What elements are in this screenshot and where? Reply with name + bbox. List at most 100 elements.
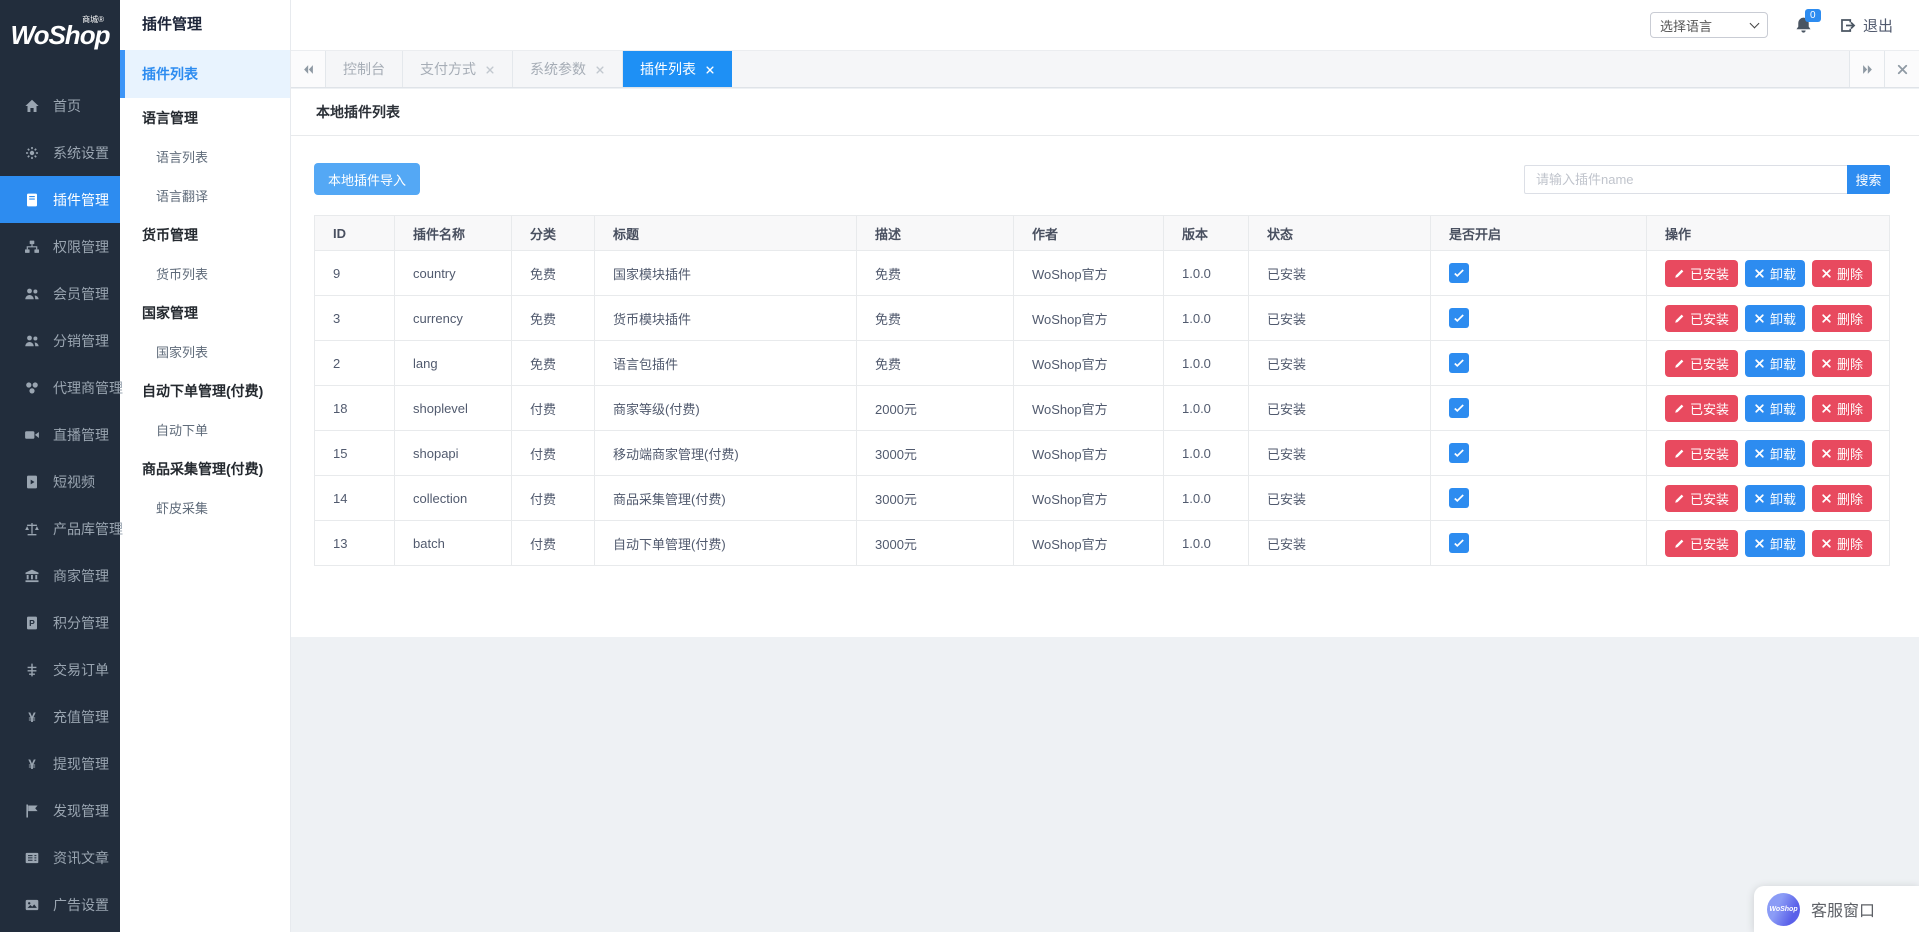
submenu-item[interactable]: 商品采集管理(付费) [120, 449, 290, 488]
submenu-item[interactable]: 语言翻译 [120, 176, 290, 215]
uninstall-button[interactable]: 卸载 [1745, 440, 1805, 467]
column-header: 分类 [512, 216, 595, 251]
submenu-item[interactable]: 虾皮采集 [120, 488, 290, 527]
submenu-item[interactable]: 自动下单 [120, 410, 290, 449]
cell-version: 1.0.0 [1164, 521, 1249, 566]
submenu-item[interactable]: 货币列表 [120, 254, 290, 293]
installed-button[interactable]: 已安装 [1665, 440, 1738, 467]
import-plugin-button[interactable]: 本地插件导入 [314, 163, 420, 195]
sidebar-item[interactable]: 权限管理 [0, 223, 120, 270]
submenu-item[interactable]: 国家管理 [120, 293, 290, 332]
cell-version: 1.0.0 [1164, 431, 1249, 476]
uninstall-button[interactable]: 卸载 [1745, 305, 1805, 332]
uninstall-button[interactable]: 卸载 [1745, 350, 1805, 377]
tabs-scroll-right-button[interactable] [1849, 51, 1884, 87]
sidebar-item[interactable]: ¥提现管理 [0, 740, 120, 787]
tab-close-icon[interactable] [595, 61, 605, 77]
sidebar-item[interactable]: 资讯文章 [0, 834, 120, 881]
enabled-toggle[interactable] [1449, 443, 1469, 463]
language-select-value: 选择语言 [1660, 16, 1712, 35]
search-group: 搜索 [1524, 165, 1890, 194]
submenu-item[interactable]: 自动下单管理(付费) [120, 371, 290, 410]
sidebar-item[interactable]: 短视频 [0, 458, 120, 505]
enabled-toggle[interactable] [1449, 488, 1469, 508]
sidebar-item[interactable]: 广告设置 [0, 881, 120, 928]
sidebar-item-label: 直播管理 [53, 425, 109, 445]
cell-description: 2000元 [857, 386, 1014, 431]
logout-button[interactable]: 退出 [1839, 15, 1893, 36]
sidebar-item[interactable]: 直播管理 [0, 411, 120, 458]
tab-label: 支付方式 [420, 59, 476, 79]
close-icon[interactable] [595, 65, 605, 75]
x-icon [1754, 313, 1765, 324]
enabled-toggle[interactable] [1449, 353, 1469, 373]
search-input[interactable] [1524, 165, 1847, 194]
enabled-toggle[interactable] [1449, 533, 1469, 553]
sidebar-item[interactable]: 商家管理 [0, 552, 120, 599]
card-title: 本地插件列表 [291, 89, 1919, 136]
sidebar-item[interactable]: 产品库管理 [0, 505, 120, 552]
delete-button[interactable]: 删除 [1812, 350, 1872, 377]
column-header: 作者 [1014, 216, 1164, 251]
delete-button[interactable]: 删除 [1812, 395, 1872, 422]
enabled-toggle[interactable] [1449, 308, 1469, 328]
delete-button[interactable]: 删除 [1812, 485, 1872, 512]
submenu-item[interactable]: 国家列表 [120, 332, 290, 371]
delete-button[interactable]: 删除 [1812, 530, 1872, 557]
tab-close-icon[interactable] [485, 61, 495, 77]
enabled-toggle[interactable] [1449, 398, 1469, 418]
sidebar-item[interactable]: ¥充值管理 [0, 693, 120, 740]
sidebar-item-label: 发现管理 [53, 801, 109, 821]
uninstall-button[interactable]: 卸载 [1745, 485, 1805, 512]
installed-button[interactable]: 已安装 [1665, 305, 1738, 332]
sidebar-item[interactable]: 交易订单 [0, 646, 120, 693]
submenu-item[interactable]: 货币管理 [120, 215, 290, 254]
tab-close-icon[interactable] [705, 61, 715, 77]
tab[interactable]: 系统参数 [513, 51, 623, 87]
cell-version: 1.0.0 [1164, 251, 1249, 296]
submenu-item[interactable]: 语言列表 [120, 137, 290, 176]
installed-button[interactable]: 已安装 [1665, 260, 1738, 287]
close-icon[interactable] [485, 65, 495, 75]
cell-enabled [1431, 476, 1647, 521]
uninstall-button[interactable]: 卸载 [1745, 395, 1805, 422]
sidebar-item[interactable]: 发现管理 [0, 787, 120, 834]
sidebar-item[interactable]: 会员管理 [0, 270, 120, 317]
delete-button[interactable]: 删除 [1812, 260, 1872, 287]
sidebar-item[interactable]: 分销管理 [0, 317, 120, 364]
tabs-scroll-left-button[interactable] [291, 51, 326, 87]
submenu-item[interactable]: 插件列表 [120, 50, 290, 98]
app-logo[interactable]: WoShop 商城® [0, 0, 120, 82]
submenu-item[interactable]: 语言管理 [120, 98, 290, 137]
installed-button[interactable]: 已安装 [1665, 350, 1738, 377]
customer-service-widget[interactable]: WoShop 客服窗口 [1754, 886, 1919, 932]
language-select[interactable]: 选择语言 [1650, 12, 1768, 38]
plugin-table-wrap: ID插件名称分类标题描述作者版本状态是否开启操作 9country免费国家模块插… [291, 195, 1919, 566]
uninstall-button[interactable]: 卸载 [1745, 530, 1805, 557]
tab[interactable]: 插件列表 [623, 51, 732, 87]
search-button[interactable]: 搜索 [1847, 165, 1890, 194]
installed-button[interactable]: 已安装 [1665, 530, 1738, 557]
delete-button[interactable]: 删除 [1812, 440, 1872, 467]
tab[interactable]: 控制台 [326, 51, 403, 87]
tabs-close-all-button[interactable] [1884, 51, 1919, 87]
cell-category: 免费 [512, 296, 595, 341]
notification-bell[interactable]: 0 [1794, 16, 1813, 35]
installed-button[interactable]: 已安装 [1665, 395, 1738, 422]
main-sidebar: WoShop 商城® 首页系统设置插件管理权限管理会员管理分销管理代理商管理直播… [0, 0, 120, 932]
tab[interactable]: 支付方式 [403, 51, 513, 87]
close-icon[interactable] [705, 65, 715, 75]
installed-button[interactable]: 已安装 [1665, 485, 1738, 512]
delete-button[interactable]: 删除 [1812, 305, 1872, 332]
cell-description: 免费 [857, 341, 1014, 386]
sidebar-item[interactable]: 插件管理 [0, 176, 120, 223]
sidebar-item[interactable]: 首页 [0, 82, 120, 129]
sidebar-item[interactable]: P积分管理 [0, 599, 120, 646]
sidebar-item[interactable]: 代理商管理 [0, 364, 120, 411]
sidebar-item[interactable]: 系统设置 [0, 129, 120, 176]
enabled-toggle[interactable] [1449, 263, 1469, 283]
sidebar-item-label: 权限管理 [53, 237, 109, 257]
cell-name: collection [395, 476, 512, 521]
uninstall-button[interactable]: 卸载 [1745, 260, 1805, 287]
sub-menu: 插件列表语言管理语言列表语言翻译货币管理货币列表国家管理国家列表自动下单管理(付… [120, 50, 290, 527]
